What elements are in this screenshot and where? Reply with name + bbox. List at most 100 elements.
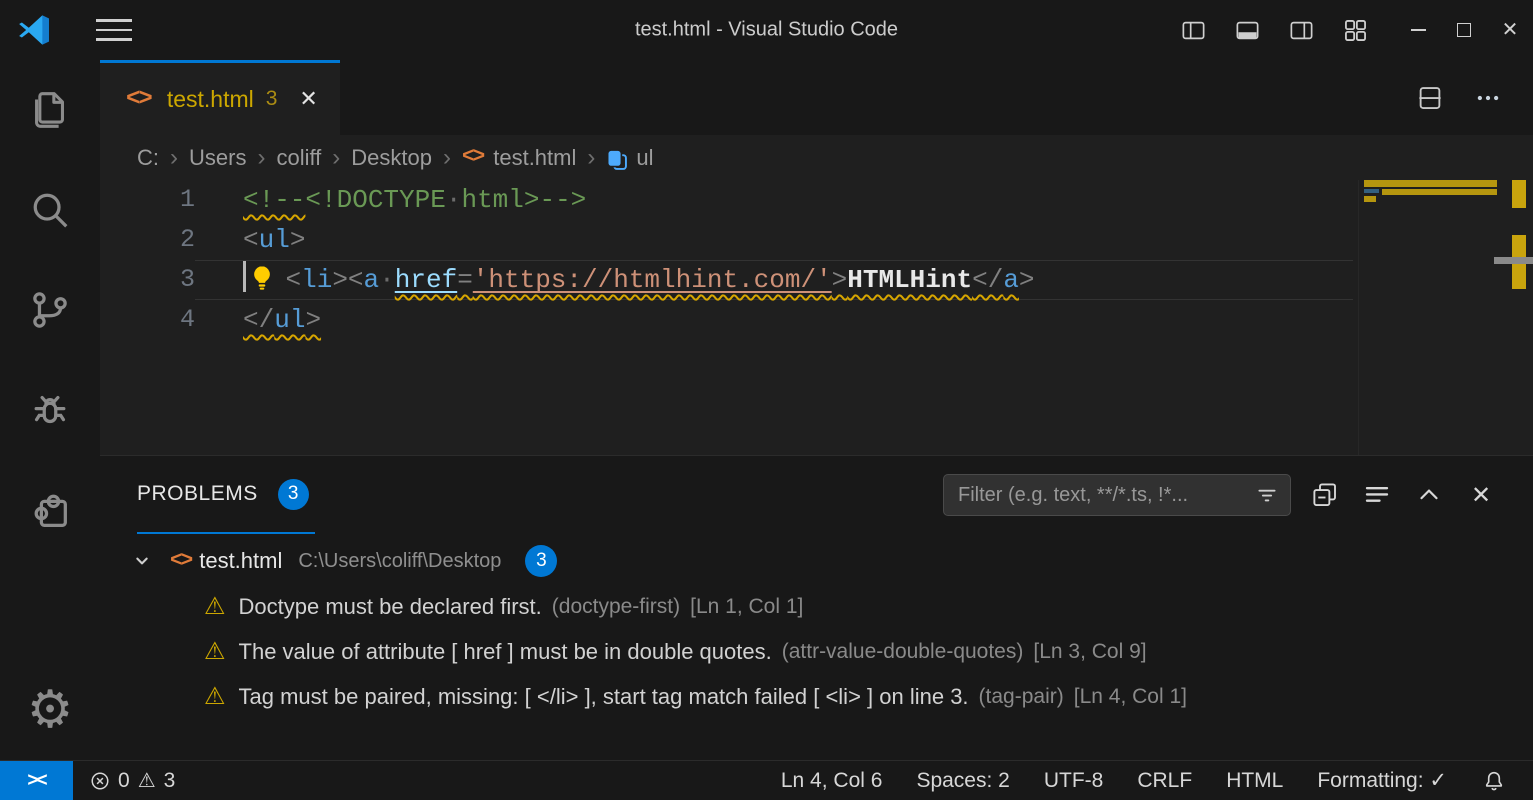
group-file-name: test.html [199, 548, 282, 574]
problem-file-group[interactable]: <> test.html C:\Users\coliff\Desktop 3 [100, 538, 1533, 584]
extensions-icon [27, 487, 73, 533]
code-line[interactable]: 2<ul> [100, 220, 1353, 260]
line-number: 1 [100, 180, 195, 220]
sidebar-item-search[interactable] [0, 160, 100, 260]
status-item-eol[interactable]: CRLF [1137, 769, 1192, 793]
split-editor-icon [1415, 83, 1445, 113]
vscode-window: test.html - Visual Studio Code [0, 0, 1533, 800]
customize-layout-button[interactable] [1341, 16, 1369, 44]
html-file-icon: <> [170, 550, 191, 573]
minimize-button[interactable] [1395, 10, 1441, 50]
minimize-icon [1411, 29, 1426, 31]
minimap[interactable] [1358, 180, 1505, 455]
view-as-tree-button[interactable] [1359, 477, 1395, 513]
breadcrumb-separator: › [170, 144, 178, 172]
more-actions-button[interactable] [1473, 83, 1503, 113]
sidebar-item-run-debug[interactable] [0, 360, 100, 460]
panel-header: PROBLEMS 3 [100, 456, 1533, 534]
problems-filter [943, 474, 1291, 516]
minimap-code-mark [1364, 189, 1379, 193]
split-editor-button[interactable] [1415, 83, 1445, 113]
sidebar-item-extensions[interactable] [0, 460, 100, 560]
menu-icon[interactable] [96, 19, 132, 41]
close-button[interactable]: ✕ [1487, 10, 1533, 50]
problem-item[interactable]: ⚠Tag must be paired, missing: [ </li> ],… [100, 674, 1533, 719]
code-token: li [301, 265, 332, 295]
code-token: > [832, 265, 848, 295]
line-content: <ul> [195, 220, 1353, 260]
sidebar-item-explorer[interactable] [0, 60, 100, 160]
breadcrumb-separator: › [443, 144, 451, 172]
bell-icon [1481, 768, 1507, 794]
ruler-warning-mark [1512, 180, 1526, 208]
breadcrumb-item[interactable]: ul [636, 145, 653, 171]
line-number: 3 [100, 260, 195, 300]
breadcrumb-item[interactable]: C: [137, 145, 159, 171]
code-token: · [446, 185, 462, 215]
code-line[interactable]: 3<li><a·href='https://htmlhint.com/'>HTM… [100, 260, 1353, 300]
sidebar-item-settings[interactable]: ⚙ [0, 660, 100, 760]
code-line[interactable]: 1<!--<!DOCTYPE·html>--> [100, 180, 1353, 220]
breadcrumb-item[interactable]: Desktop [351, 145, 432, 171]
toggle-primary-sidebar-button[interactable] [1179, 16, 1207, 44]
editor[interactable]: 1<!--<!DOCTYPE·html>-->2<ul>3<li><a·href… [100, 180, 1533, 455]
problem-item[interactable]: ⚠Doctype must be declared first.(doctype… [100, 584, 1533, 629]
minimap-warning-highlight [1382, 189, 1497, 195]
close-panel-button[interactable]: ✕ [1463, 477, 1499, 513]
window-title: test.html - Visual Studio Code [635, 19, 898, 42]
problem-location: [Ln 1, Col 1] [690, 595, 803, 619]
breadcrumb: C:›Users›coliff›Desktop›<>test.html›ul [100, 135, 1533, 180]
warning-count: 3 [164, 769, 176, 793]
status-right-items: Ln 4, Col 6 Spaces: 2 UTF-8 CRLF HTML Formatt… [781, 768, 1447, 793]
minimap-warning-highlight [1364, 180, 1497, 187]
problems-tab-label: PROBLEMS [137, 482, 258, 506]
code-token: a [1003, 265, 1019, 295]
panel-tab-problems[interactable]: PROBLEMS 3 [137, 456, 315, 534]
minimap-warning-highlight [1364, 196, 1376, 202]
error-count: 0 [118, 769, 130, 793]
close-icon: ✕ [1502, 20, 1519, 40]
status-item-formatting[interactable]: Formatting: ✓ [1317, 768, 1447, 793]
sidebar-item-source-control[interactable] [0, 260, 100, 360]
problems-filter-input[interactable] [958, 484, 1254, 507]
gear-icon: ⚙ [27, 684, 74, 736]
breadcrumb-item[interactable]: Users [189, 145, 246, 171]
maximize-panel-button[interactable] [1411, 477, 1447, 513]
collapse-all-button[interactable] [1307, 477, 1343, 513]
status-item-encoding[interactable]: UTF-8 [1044, 769, 1104, 793]
status-problems-summary[interactable]: 0 ⚠ 3 [90, 768, 175, 793]
problem-rule: (doctype-first) [552, 595, 680, 619]
breadcrumb-item[interactable]: test.html [493, 145, 576, 171]
list-lines-icon [1362, 480, 1392, 510]
maximize-button[interactable] [1441, 10, 1487, 50]
line-content: </ul> [195, 300, 1353, 340]
code-token: > [290, 225, 306, 255]
breadcrumb-separator: › [332, 144, 340, 172]
code-token: </ [243, 305, 274, 335]
toggle-secondary-sidebar-button[interactable] [1287, 16, 1315, 44]
activity-bar: ⚙ [0, 60, 100, 760]
code-area: 1<!--<!DOCTYPE·html>-->2<ul>3<li><a·href… [100, 180, 1353, 340]
tab-test-html[interactable]: <> test.html 3 ✕ [100, 60, 340, 135]
breadcrumb-item[interactable]: coliff [276, 145, 321, 171]
code-token: < [243, 225, 259, 255]
code-line[interactable]: 4</ul> [100, 300, 1353, 340]
tab-bar: <> test.html 3 ✕ [100, 60, 1533, 135]
status-item-cursor-position[interactable]: Ln 4, Col 6 [781, 769, 883, 793]
toggle-panel-button[interactable] [1233, 16, 1261, 44]
problem-item[interactable]: ⚠The value of attribute [ href ] must be… [100, 629, 1533, 674]
remote-indicator[interactable]: >< [0, 761, 73, 800]
group-count-badge: 3 [525, 545, 557, 577]
code-token: < [286, 265, 302, 295]
files-icon [27, 87, 73, 133]
code-token: <!-- [243, 185, 305, 215]
status-item-indentation[interactable]: Spaces: 2 [916, 769, 1009, 793]
main-area: <> test.html 3 ✕ C:›Users›coliff›Desktop… [100, 60, 1533, 760]
status-item-language-mode[interactable]: HTML [1226, 769, 1283, 793]
overview-ruler[interactable] [1505, 180, 1533, 455]
tab-close-icon[interactable]: ✕ [299, 86, 317, 112]
chevron-down-icon [128, 547, 156, 575]
vscode-logo-icon [16, 12, 52, 48]
notifications-button[interactable] [1481, 768, 1507, 794]
title-bar: test.html - Visual Studio Code [0, 0, 1533, 60]
